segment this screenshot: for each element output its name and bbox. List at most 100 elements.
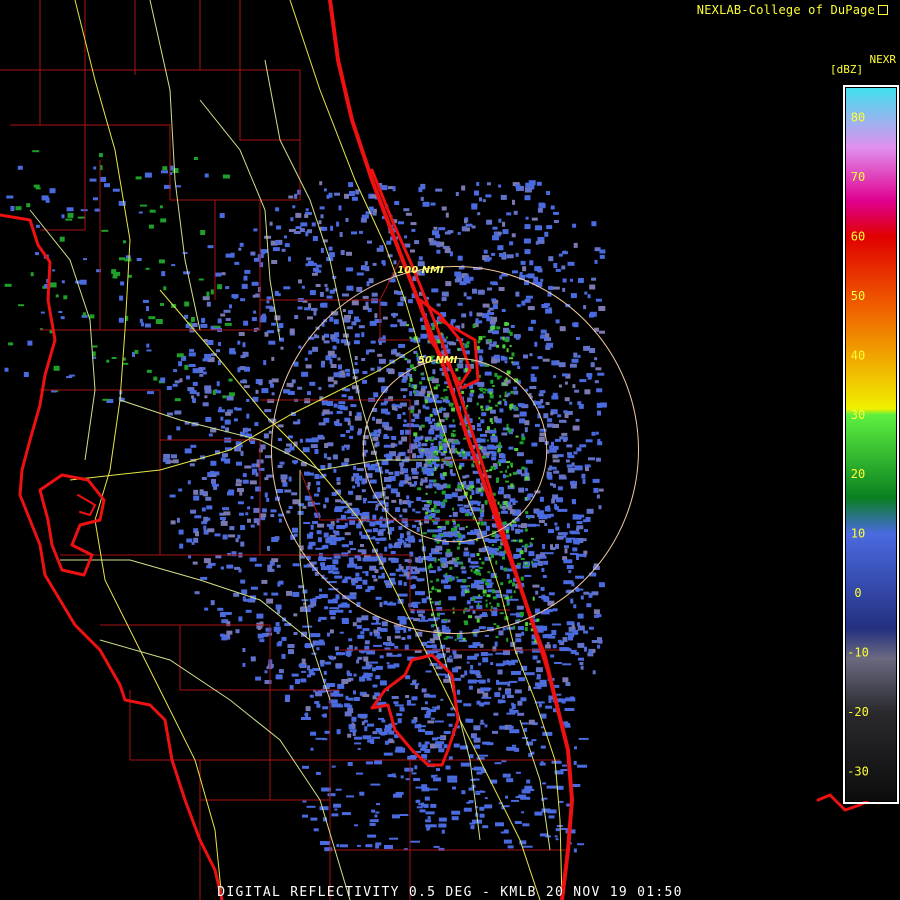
echo-cell: [491, 422, 494, 425]
echo-cell: [339, 406, 345, 410]
echo-cell: [286, 382, 294, 387]
echo-cell: [398, 482, 404, 487]
echo-cell: [525, 295, 533, 299]
echo-cell: [77, 216, 85, 219]
echo-cell: [403, 508, 408, 513]
echo-cell: [482, 391, 486, 394]
echo-cell: [461, 185, 466, 191]
echo-cell: [506, 494, 510, 498]
echo-cell: [398, 453, 403, 457]
echo-cell: [438, 227, 446, 231]
echo-cell: [491, 456, 497, 461]
echo-cell: [539, 390, 546, 394]
echo-cell: [189, 463, 195, 467]
echo-cell: [304, 644, 315, 648]
echo-cell: [330, 692, 338, 697]
echo-cell: [462, 578, 466, 583]
echo-cell: [530, 319, 536, 324]
echo-cell: [353, 690, 356, 695]
echo-cell: [253, 228, 258, 232]
echo-cell: [424, 504, 430, 508]
echo-cell: [485, 653, 493, 656]
echo-cell: [318, 386, 322, 390]
echo-cell: [341, 552, 349, 557]
echo-cell: [49, 282, 57, 288]
echo-cell: [324, 847, 328, 850]
echo-cell: [573, 352, 578, 358]
echo-cell: [176, 517, 180, 523]
echo-cell: [505, 795, 509, 799]
echo-cell: [537, 239, 545, 244]
echo-cell: [469, 488, 472, 492]
echo-cell: [495, 636, 499, 639]
echo-cell: [597, 410, 601, 416]
echo-cell: [240, 541, 245, 547]
echo-cell: [479, 197, 482, 202]
echo-cell: [409, 391, 413, 397]
echo-cell: [430, 803, 437, 808]
echo-cell: [229, 304, 232, 309]
echo-cell: [489, 391, 493, 395]
echo-cell: [306, 257, 312, 261]
echo-cell: [504, 400, 508, 406]
echo-cell: [515, 291, 520, 297]
echo-cell: [351, 231, 357, 235]
echo-cell: [436, 589, 441, 593]
echo-cell: [525, 497, 528, 500]
echo-cell: [482, 335, 486, 338]
echo-cell: [195, 531, 199, 537]
echo-cell: [311, 437, 319, 443]
echo-cell: [229, 526, 235, 531]
radar-map[interactable]: 100 NMI50 NMI 80706050403020100-10-20-30: [0, 0, 900, 900]
echo-cell: [365, 211, 373, 215]
echo-cell: [444, 396, 449, 400]
echo-cell: [119, 295, 124, 301]
echo-cell: [292, 591, 300, 597]
echo-cell: [464, 621, 469, 626]
echo-cell: [524, 727, 528, 732]
echo-cell: [291, 673, 299, 677]
echo-cell: [221, 425, 225, 429]
echo-cell: [333, 468, 337, 473]
echo-cell: [436, 768, 440, 772]
echo-cell: [440, 463, 444, 469]
echo-cell: [531, 217, 538, 221]
echo-cell: [276, 564, 281, 568]
echo-cell: [429, 439, 434, 442]
echo-cell: [247, 506, 251, 510]
echo-cell: [188, 352, 196, 357]
echo-cell: [482, 657, 489, 663]
echo-cell: [517, 529, 524, 533]
echo-cell: [470, 561, 479, 565]
echo-cell: [276, 225, 282, 230]
echo-cell: [374, 569, 379, 574]
echo-cell: [468, 615, 473, 619]
echo-cell: [486, 439, 489, 442]
echo-cell: [377, 353, 383, 357]
echo-cell: [362, 371, 368, 374]
echo-cell: [390, 324, 398, 328]
echo-cell: [492, 596, 497, 600]
echo-cell: [303, 608, 311, 613]
echo-cell: [315, 737, 326, 740]
echo-cell: [353, 321, 357, 326]
echo-cell: [302, 589, 308, 594]
echo-cell: [577, 622, 580, 627]
echo-cell: [458, 465, 462, 470]
echo-cell: [493, 623, 497, 626]
echo-cell: [327, 376, 334, 382]
echo-cell: [476, 402, 479, 406]
echo-cell: [577, 613, 584, 619]
echo-cell: [245, 609, 252, 613]
echo-cell: [367, 501, 378, 504]
echo-cell: [458, 542, 461, 546]
echo-cell: [480, 433, 487, 437]
echo-cell: [470, 485, 475, 489]
echo-cell: [333, 553, 341, 559]
echo-cell: [584, 464, 591, 468]
echo-cell: [302, 505, 307, 509]
echo-cell: [203, 516, 209, 522]
echo-cell: [389, 451, 396, 457]
echo-cell: [52, 269, 56, 272]
echo-cell: [346, 326, 353, 330]
